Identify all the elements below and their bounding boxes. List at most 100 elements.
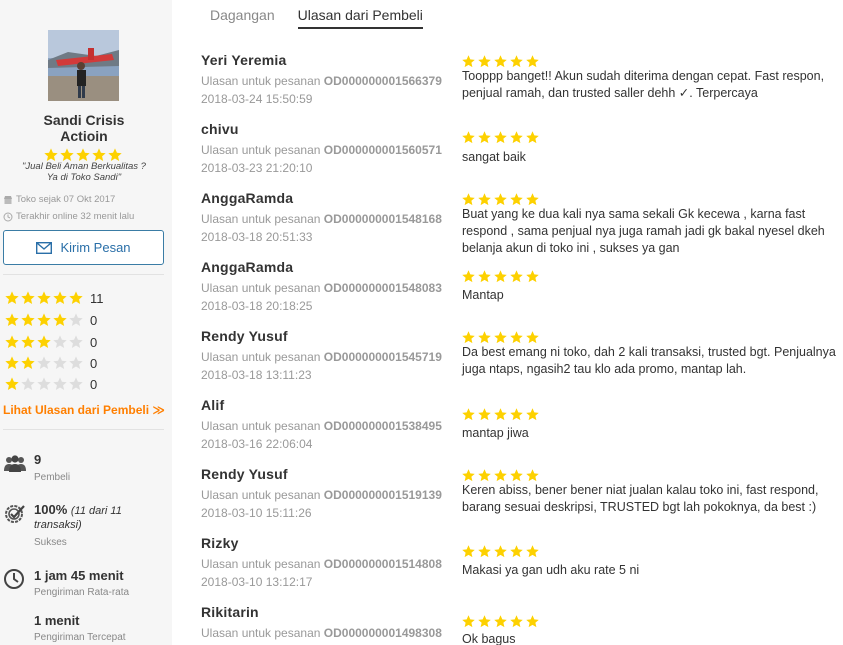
order-prefix: Ulasan untuk pesanan: [201, 557, 321, 571]
star-filled-icon: [510, 545, 523, 558]
review-item: chivu Ulasan untuk pesanan OD00000000156…: [201, 121, 843, 190]
rating-row-count: 0: [90, 355, 98, 371]
star-filled-icon: [37, 335, 51, 348]
star-filled-icon: [526, 270, 539, 283]
star-filled-icon: [462, 545, 475, 558]
review-item: Yeri Yeremia Ulasan untuk pesanan OD0000…: [201, 52, 843, 121]
rating-row-stars: [4, 312, 84, 328]
star-filled-icon: [526, 331, 539, 344]
shop-name-line-2: Actioin: [60, 128, 108, 144]
shop-since: Toko sejak 07 Okt 2017: [3, 194, 115, 205]
star-filled-icon: [494, 469, 507, 482]
star-filled-icon: [5, 335, 19, 348]
review-stars: [461, 269, 541, 284]
star-filled-icon: [510, 331, 523, 344]
rating-row-count: 0: [90, 334, 98, 350]
star-filled-icon: [526, 615, 539, 628]
order-id[interactable]: OD000000001545719: [324, 350, 442, 364]
star-filled-icon: [494, 615, 507, 628]
review-item: AnggaRamda Ulasan untuk pesanan OD000000…: [201, 259, 843, 328]
rating-row-2[interactable]: 0: [4, 355, 97, 371]
send-message-button[interactable]: Kirim Pesan: [3, 230, 164, 265]
review-item: Rendy Yusuf Ulasan untuk pesanan OD00000…: [201, 466, 843, 535]
star-filled-icon: [494, 270, 507, 283]
reviewer-name[interactable]: chivu: [201, 121, 239, 137]
fastest-shipping-label: Pengiriman Tercepat: [34, 632, 126, 643]
star-filled-icon: [462, 331, 475, 344]
star-filled-icon: [526, 193, 539, 206]
order-id[interactable]: OD000000001514808: [324, 557, 442, 571]
order-reference: Ulasan untuk pesanan OD000000001519139: [201, 488, 442, 502]
star-empty-icon: [69, 356, 83, 369]
order-id[interactable]: OD000000001548083: [324, 281, 442, 295]
star-filled-icon: [69, 291, 83, 304]
review-stars: [461, 407, 541, 422]
rating-row-3[interactable]: 0: [4, 334, 97, 350]
review-text: Makasi ya gan udh aku rate 5 ni: [462, 563, 640, 577]
reviewer-name[interactable]: Alif: [201, 397, 224, 413]
shop-tagline-line-1: "Jual Beli Aman Berkualitas ?: [22, 161, 146, 172]
reviewer-name[interactable]: AnggaRamda: [201, 259, 293, 275]
star-empty-icon: [53, 356, 67, 369]
reviewer-name[interactable]: Rendy Yusuf: [201, 466, 288, 482]
rating-row-1[interactable]: 0: [4, 376, 97, 392]
reviewer-name[interactable]: Rikitarin: [201, 604, 259, 620]
buyers-label: Pembeli: [34, 472, 71, 483]
star-empty-icon: [69, 335, 83, 348]
reviewer-name[interactable]: AnggaRamda: [201, 190, 293, 206]
star-filled-icon: [510, 469, 523, 482]
reviewer-name[interactable]: Yeri Yeremia: [201, 52, 286, 68]
star-filled-icon: [510, 131, 523, 144]
order-id[interactable]: OD000000001560571: [324, 143, 442, 157]
see-all-reviews-link[interactable]: Lihat Ulasan dari Pembeli ≫: [3, 403, 165, 417]
review-item: Rizky Ulasan untuk pesanan OD00000000151…: [201, 535, 843, 604]
rating-row-4[interactable]: 0: [4, 312, 97, 328]
star-filled-icon: [53, 291, 67, 304]
star-filled-icon: [5, 313, 19, 326]
shop-since-text: Toko sejak 07 Okt 2017: [16, 194, 116, 205]
success-label: Sukses: [34, 537, 67, 548]
rating-row-stars: [4, 376, 84, 392]
order-id[interactable]: OD000000001566379: [324, 74, 442, 88]
shop-tagline: "Jual Beli Aman Berkualitas ? Ya di Toko…: [10, 161, 158, 183]
reviewer-name[interactable]: Rizky: [201, 535, 239, 551]
rating-row-stars: [4, 334, 84, 350]
star-empty-icon: [37, 356, 51, 369]
star-filled-icon: [478, 55, 491, 68]
star-filled-icon: [478, 615, 491, 628]
success-rate-detail-2: transaksi): [34, 519, 82, 531]
order-id[interactable]: OD000000001548168: [324, 212, 442, 226]
star-filled-icon: [462, 131, 475, 144]
shop-avatar[interactable]: [48, 30, 119, 101]
review-item: Rendy Yusuf Ulasan untuk pesanan OD00000…: [201, 328, 843, 397]
star-filled-icon: [478, 545, 491, 558]
star-filled-icon: [478, 270, 491, 283]
star-filled-icon: [21, 335, 35, 348]
star-empty-icon: [69, 313, 83, 326]
review-text: Buat yang ke dua kali nya sama sekali Gk…: [462, 207, 825, 255]
success-rate-value: 100%: [34, 502, 68, 517]
star-filled-icon: [5, 291, 19, 304]
review-stars: [461, 54, 541, 69]
rating-row-stars: [4, 290, 84, 306]
order-id[interactable]: OD000000001538495: [324, 419, 442, 433]
star-filled-icon: [5, 377, 19, 390]
star-filled-icon: [494, 408, 507, 421]
users-icon: [4, 455, 26, 472]
review-text: sangat baik: [462, 150, 526, 164]
star-filled-icon: [37, 291, 51, 304]
shop-tagline-line-2: Ya di Toko Sandi": [46, 172, 122, 183]
tab-buyer-reviews[interactable]: Ulasan dari Pembeli: [297, 7, 423, 29]
last-online: Terakhir online 32 menit lalu: [3, 211, 134, 222]
star-filled-icon: [462, 469, 475, 482]
order-prefix: Ulasan untuk pesanan: [201, 74, 321, 88]
star-filled-icon: [526, 469, 539, 482]
order-id[interactable]: OD000000001498308: [324, 626, 442, 640]
buyers-count: 9: [34, 452, 42, 467]
order-prefix: Ulasan untuk pesanan: [201, 350, 321, 364]
tab-products[interactable]: Dagangan: [210, 7, 275, 29]
rating-row-5[interactable]: 11: [4, 290, 104, 306]
shop-name: Sandi Crisis Actioin: [0, 112, 168, 144]
order-id[interactable]: OD000000001519139: [324, 488, 442, 502]
reviewer-name[interactable]: Rendy Yusuf: [201, 328, 288, 344]
